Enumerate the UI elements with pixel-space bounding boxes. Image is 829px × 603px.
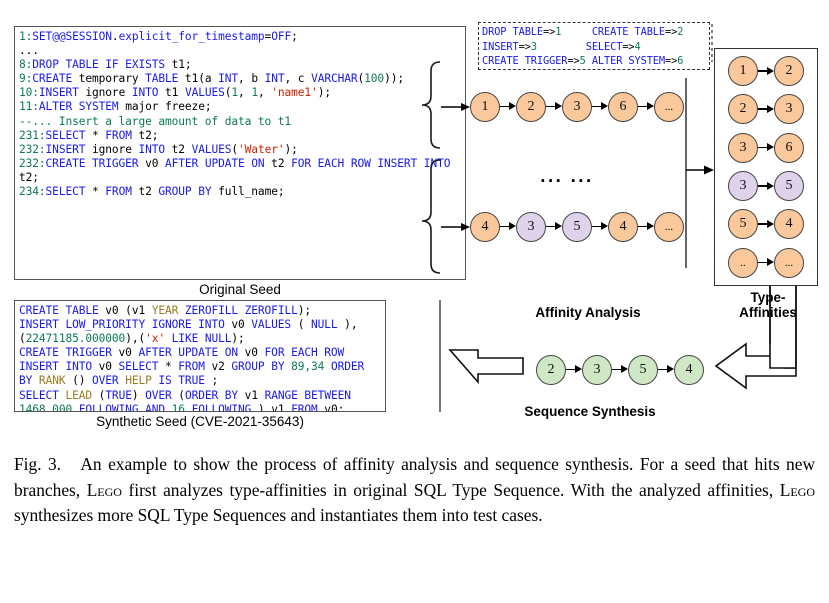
chain-node: 4	[470, 212, 500, 242]
arrow-icon	[758, 103, 774, 115]
synthetic-seed-codebox: CREATE TABLE v0 (v1 YEAR ZEROFILL ZEROFI…	[14, 300, 386, 412]
seq-node: 2	[536, 355, 566, 385]
chain-node: 3	[562, 92, 592, 122]
figure-3-diagram: 1:SET@@SESSION.explicit_for_timestamp=OF…	[0, 0, 829, 603]
type-affinity-pair: 1 2	[728, 56, 804, 87]
figure-caption: Fig. 3. An example to show the process o…	[14, 454, 816, 525]
arrow-icon	[758, 257, 774, 269]
arrow-icon	[638, 221, 654, 233]
legend-row-1: DROP TABLE=>1 CREATE TABLE=>2	[482, 26, 684, 38]
legend-row-2: INSERT=>3 SELECT=>4	[482, 40, 641, 53]
arrow-icon	[592, 221, 608, 233]
lego-name: Lego	[86, 479, 122, 500]
pair-node-to: 5	[774, 171, 804, 202]
lego-name: Lego	[779, 479, 815, 500]
synthetic-seed-code: CREATE TABLE v0 (v1 YEAR ZEROFILL ZEROFI…	[19, 304, 371, 412]
seq-node: 5	[628, 355, 658, 385]
pair-node-from: ..	[728, 247, 758, 278]
pair-node-from: 5	[728, 209, 758, 240]
arrow-icon	[758, 142, 774, 154]
arrow-icon	[592, 101, 608, 113]
pair-node-to: ...	[774, 247, 804, 278]
chain-node-ellipsis: ...	[654, 92, 684, 122]
pair-node-to: 6	[774, 132, 804, 163]
type-affinity-pair: .. ...	[728, 247, 804, 278]
affinity-analysis-title: Affinity Analysis	[535, 305, 641, 320]
arrow-icon	[500, 221, 516, 233]
original-seed-codebox: 1:SET@@SESSION.explicit_for_timestamp=OF…	[14, 26, 466, 280]
chain-node: 2	[516, 92, 546, 122]
type-affinities-title-line1: Type-	[750, 290, 786, 305]
sequence-synthesis-title: Sequence Synthesis	[524, 404, 656, 419]
pair-node-from: 1	[728, 56, 758, 87]
figure-caption-label: Fig. 3.	[14, 454, 62, 474]
pair-node-from: 3	[728, 132, 758, 163]
legend-row-3: CREATE TRIGGER=>5 ALTER SYSTEM=>6	[482, 55, 684, 68]
seq-node: 4	[674, 355, 704, 385]
synthetic-seed-label: Synthetic Seed (CVE-2021-35643)	[96, 414, 304, 429]
sequence-synthesis-chain: 2 3 5 4	[536, 355, 704, 385]
pair-node-to: 2	[774, 56, 804, 87]
type-affinity-pair: 5 4	[728, 209, 804, 240]
seq-node: 3	[582, 355, 612, 385]
chain-node: 1	[470, 92, 500, 122]
chain-node-ellipsis: ...	[654, 212, 684, 242]
chain-node: 6	[608, 92, 638, 122]
affinity-chain-bottom: 4 3 5 4 ...	[470, 212, 684, 242]
arrow-icon	[758, 180, 774, 192]
chain-node: 5	[562, 212, 592, 242]
arrow-icon	[546, 101, 562, 113]
pair-node-to: 3	[774, 94, 804, 125]
arrow-icon	[658, 364, 674, 376]
pair-node-to: 4	[774, 209, 804, 240]
arrow-icon	[546, 221, 562, 233]
chain-node: 3	[516, 212, 546, 242]
chains-ellipsis: ... ...	[540, 168, 594, 186]
original-seed-code: 1:SET@@SESSION.explicit_for_timestamp=OF…	[19, 30, 457, 199]
type-affinities-panel: 1 2 2 3 3 6 3 5 5 4 .. ...	[714, 48, 818, 286]
type-affinity-pair: 3 6	[728, 132, 804, 163]
arrow-icon	[612, 364, 628, 376]
type-id-legend-box: DROP TABLE=>1 CREATE TABLE=>2 INSERT=>3 …	[478, 22, 710, 70]
type-affinity-pair: 3 5	[728, 171, 804, 202]
arrow-icon	[758, 65, 774, 77]
pair-node-from: 2	[728, 94, 758, 125]
original-seed-label: Original Seed	[199, 282, 281, 297]
type-affinities-title: Type- Affinities	[712, 290, 824, 320]
arrow-icon	[758, 218, 774, 230]
affinity-chain-top: 1 2 3 6 ...	[470, 92, 684, 122]
arrow-icon	[500, 101, 516, 113]
arrow-icon	[638, 101, 654, 113]
type-affinity-pair: 2 3	[728, 94, 804, 125]
type-affinities-title-line2: Affinities	[739, 305, 797, 320]
arrow-icon	[566, 364, 582, 376]
pair-node-from: 3	[728, 171, 758, 202]
chain-node: 4	[608, 212, 638, 242]
